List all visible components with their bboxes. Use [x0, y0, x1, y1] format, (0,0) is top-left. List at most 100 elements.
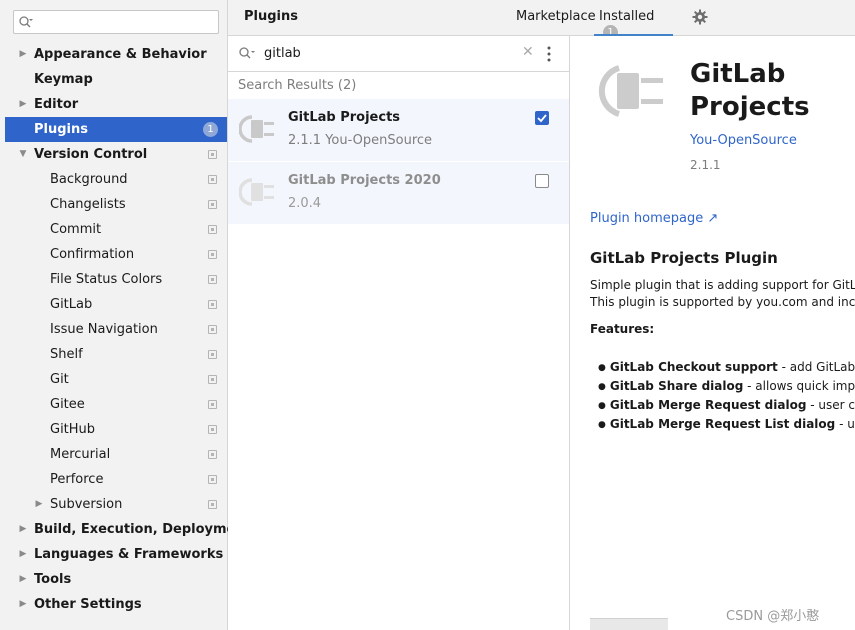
tab-installed[interactable]: Installed1 — [594, 9, 673, 40]
sidebar-item[interactable]: Shelf — [5, 342, 227, 367]
feature-text: - allows quick impor — [743, 379, 855, 393]
more-options-icon[interactable] — [547, 46, 551, 62]
sidebar-item[interactable]: Plugins 1 — [5, 117, 227, 142]
feature-item: GitLab Merge Request dialog - user can — [598, 397, 855, 416]
sidebar-item[interactable]: ▶ Build, Execution, Deployment — [5, 517, 251, 542]
sidebar-item[interactable]: Changelists — [5, 192, 227, 217]
description-line: This plugin is supported by you.com and … — [590, 295, 855, 309]
project-scope-icon — [208, 300, 217, 309]
sidebar-item[interactable]: Issue Navigation — [5, 317, 227, 342]
watermark: CSDN @郑小憨 — [726, 609, 820, 624]
settings-search-input[interactable] — [13, 10, 219, 34]
action-button[interactable] — [590, 618, 668, 630]
vendor-link[interactable]: You-OpenSource — [690, 133, 797, 148]
project-scope-icon — [208, 450, 217, 459]
chevron-down-icon[interactable]: ▼ — [18, 142, 28, 167]
project-scope-icon — [208, 175, 217, 184]
sidebar-item-label: Background — [50, 172, 128, 187]
sidebar-item-label: Shelf — [50, 347, 83, 362]
chevron-right-icon[interactable]: ▶ — [18, 542, 28, 567]
project-scope-icon — [208, 275, 217, 284]
chevron-right-icon[interactable]: ▶ — [18, 92, 28, 117]
settings-nav-tree: ▶ Appearance & Behavior Keymap ▶ Editor Plugi… — [5, 42, 251, 617]
feature-item: GitLab Checkout support - add GitLab au — [598, 359, 855, 378]
sidebar-item-label: Editor — [34, 97, 79, 112]
chevron-right-icon[interactable]: ▶ — [18, 517, 28, 542]
feature-name: GitLab Merge Request List dialog — [609, 417, 836, 431]
sidebar-item-label: Appearance & Behavior — [34, 47, 207, 62]
plugin-version-vendor: 2.1.1 You-OpenSource — [288, 133, 433, 148]
plugin-list-item[interactable]: GitLab Projects 2.1.1 You-OpenSource — [228, 99, 569, 161]
sidebar-item[interactable]: ▶ Subversion — [5, 492, 227, 517]
project-scope-icon — [208, 425, 217, 434]
plugin-description-title: GitLab Projects Plugin — [590, 249, 778, 267]
search-results-label: Search Results (2) — [238, 78, 357, 93]
sidebar-item[interactable]: Git — [5, 367, 227, 392]
plugin-enabled-checkbox[interactable] — [535, 111, 549, 125]
gear-icon[interactable] — [692, 9, 708, 25]
check-icon — [537, 114, 547, 123]
chevron-right-icon[interactable]: ▶ — [34, 492, 44, 517]
tab-marketplace[interactable]: Marketplace — [516, 9, 596, 24]
sidebar-item[interactable]: ▶ Languages & Frameworks — [5, 542, 227, 567]
sidebar-item[interactable]: Keymap — [5, 67, 227, 92]
sidebar-item-label: GitLab — [50, 297, 93, 312]
plugin-name: GitLab Projects 2020 — [288, 173, 441, 188]
sidebar-item[interactable]: ▶ Tools — [5, 567, 227, 592]
sidebar-item[interactable]: Gitee — [5, 392, 227, 417]
plugins-update-badge: 1 — [203, 122, 218, 137]
feature-name: GitLab Checkout support — [609, 360, 778, 374]
plugin-description: Simple plugin that is adding support for… — [590, 277, 855, 311]
sidebar-item[interactable]: ▶ Editor — [5, 92, 227, 117]
search-icon — [239, 47, 255, 59]
features-heading: Features: — [590, 322, 655, 336]
plugin-homepage-link[interactable]: Plugin homepage ↗ — [590, 211, 718, 226]
feature-text: - user can — [810, 398, 855, 412]
plugin-icon — [598, 65, 663, 117]
sidebar-item[interactable]: File Status Colors — [5, 267, 227, 292]
chevron-right-icon[interactable]: ▶ — [18, 42, 28, 67]
plugin-detail-version: 2.1.1 — [690, 158, 721, 172]
chevron-right-icon[interactable]: ▶ — [18, 592, 28, 617]
plugin-search-input[interactable]: gitlab ✕ — [228, 36, 569, 72]
sidebar-item[interactable]: ▶ Appearance & Behavior — [5, 42, 227, 67]
project-scope-icon — [208, 325, 217, 334]
project-scope-icon — [208, 225, 217, 234]
plugin-details-panel: GitLab Projects You-OpenSource 2.1.1 Plu… — [571, 36, 855, 630]
search-query: gitlab — [264, 46, 301, 61]
sidebar-item-label: Git — [50, 372, 69, 387]
feature-item: GitLab Merge Request List dialog - user — [598, 416, 855, 435]
feature-item: GitLab Share dialog - allows quick impor — [598, 378, 855, 397]
sidebar-item[interactable]: Background — [5, 167, 227, 192]
project-scope-icon — [208, 375, 217, 384]
sidebar-item-label: Confirmation — [50, 247, 135, 262]
sidebar-item-label: Issue Navigation — [50, 322, 158, 337]
plugin-list-panel: gitlab ✕ Search Results (2) GitLab Proje… — [228, 36, 570, 630]
sidebar-item-label: Other Settings — [34, 597, 142, 612]
plugin-version: 2.0.4 — [288, 196, 322, 211]
sidebar-item[interactable]: GitHub — [5, 417, 227, 442]
plugin-icon — [239, 178, 274, 206]
feature-name: GitLab Share dialog — [609, 379, 744, 393]
sidebar-item[interactable]: GitLab — [5, 292, 227, 317]
features-list: GitLab Checkout support - add GitLab auG… — [598, 359, 855, 435]
sidebar-item-label: Changelists — [50, 197, 126, 212]
plugin-icon — [239, 115, 274, 143]
sidebar-item[interactable]: ▼ Version Control — [5, 142, 227, 167]
sidebar-item[interactable]: Perforce — [5, 467, 227, 492]
sidebar-item[interactable]: Mercurial — [5, 442, 227, 467]
sidebar-item[interactable]: Confirmation — [5, 242, 227, 267]
sidebar-item-label: Build, Execution, Deployment — [34, 522, 251, 537]
sidebar-item[interactable]: ▶ Other Settings — [5, 592, 227, 617]
sidebar-item-label: Keymap — [34, 72, 93, 87]
plugin-list-item[interactable]: GitLab Projects 2020 2.0.4 — [228, 162, 569, 224]
project-scope-icon — [208, 400, 217, 409]
sidebar-item-label: Commit — [50, 222, 102, 237]
plugin-enabled-checkbox[interactable] — [535, 174, 549, 188]
clear-icon[interactable]: ✕ — [522, 44, 534, 60]
plugin-name: GitLab Projects — [288, 110, 401, 125]
feature-text: - add GitLab au — [781, 360, 855, 374]
sidebar-item-label: Languages & Frameworks — [34, 547, 224, 562]
chevron-right-icon[interactable]: ▶ — [18, 567, 28, 592]
sidebar-item[interactable]: Commit — [5, 217, 227, 242]
